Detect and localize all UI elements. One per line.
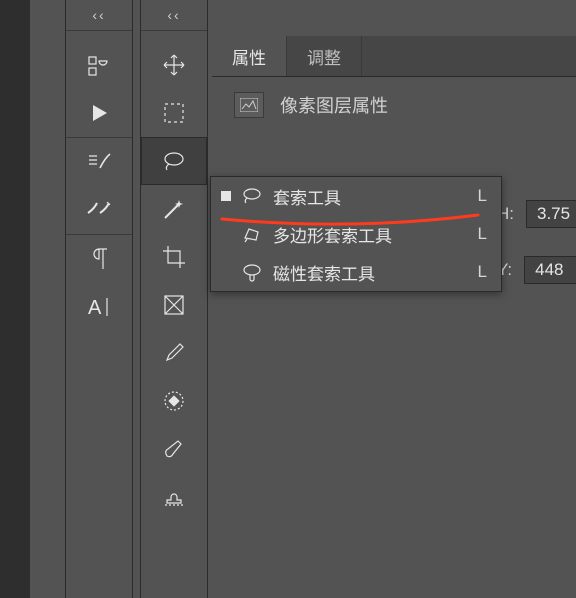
panel-tabs: 属性 调整: [212, 36, 576, 77]
dark-edge: [0, 0, 30, 598]
flyout-item-magnetic-lasso[interactable]: 磁性套索工具 L: [211, 253, 501, 291]
tab-properties[interactable]: 属性: [212, 36, 287, 76]
play-icon[interactable]: [66, 89, 132, 137]
flyout-shortcut: L: [478, 186, 487, 206]
history-brush-icon[interactable]: [66, 138, 132, 186]
properties-panel: 属性 调整 像素图层属性: [212, 36, 576, 133]
text-tool-icon[interactable]: A: [66, 283, 132, 331]
field-y-value[interactable]: 448: [524, 256, 576, 284]
brush-settings-icon[interactable]: [66, 186, 132, 234]
stamp-tool-icon[interactable]: [141, 473, 207, 521]
lasso-tool-icon[interactable]: [141, 137, 207, 185]
collapse-panelA[interactable]: ‹‹: [66, 0, 132, 30]
flyout-shortcut: L: [478, 262, 487, 282]
svg-text:A: A: [88, 297, 102, 319]
collapse-panelB[interactable]: ‹‹: [141, 0, 207, 30]
properties-title: 像素图层属性: [280, 92, 388, 118]
eyedropper-icon[interactable]: [141, 329, 207, 377]
plugins-icon[interactable]: [66, 41, 132, 89]
field-h: H: 3.75: [497, 200, 576, 228]
field-h-value[interactable]: 3.75: [526, 200, 576, 228]
brush-tool-icon[interactable]: [141, 425, 207, 473]
frame-tool-icon[interactable]: [141, 281, 207, 329]
flyout-label: 多边形套索工具: [273, 222, 468, 247]
flyout-label: 磁性套索工具: [273, 260, 468, 285]
marquee-tool-icon[interactable]: [141, 89, 207, 137]
tools-panel: ‹‹: [140, 0, 208, 598]
magnetic-lasso-icon: [241, 261, 263, 283]
move-tool-icon[interactable]: [141, 41, 207, 89]
crop-tool-icon[interactable]: [141, 233, 207, 281]
selected-marker: [221, 191, 231, 201]
flyout-label: 套索工具: [273, 184, 468, 209]
tab-adjustments[interactable]: 调整: [287, 36, 362, 76]
field-y: Y: 448: [497, 256, 576, 284]
lasso-flyout: 套索工具 L 多边形套索工具 L 磁性套索工具 L: [210, 176, 502, 292]
healing-brush-icon[interactable]: [141, 377, 207, 425]
lasso-icon: [241, 185, 263, 207]
flyout-shortcut: L: [478, 224, 487, 244]
poly-lasso-icon: [241, 223, 263, 245]
flyout-item-lasso[interactable]: 套索工具 L: [211, 177, 501, 215]
magic-wand-icon[interactable]: [141, 185, 207, 233]
layer-thumbnail-icon: [234, 92, 264, 118]
paragraph-icon[interactable]: [66, 235, 132, 283]
flyout-item-poly-lasso[interactable]: 多边形套索工具 L: [211, 215, 501, 253]
left-mini-panel: ‹‹ A: [65, 0, 133, 598]
